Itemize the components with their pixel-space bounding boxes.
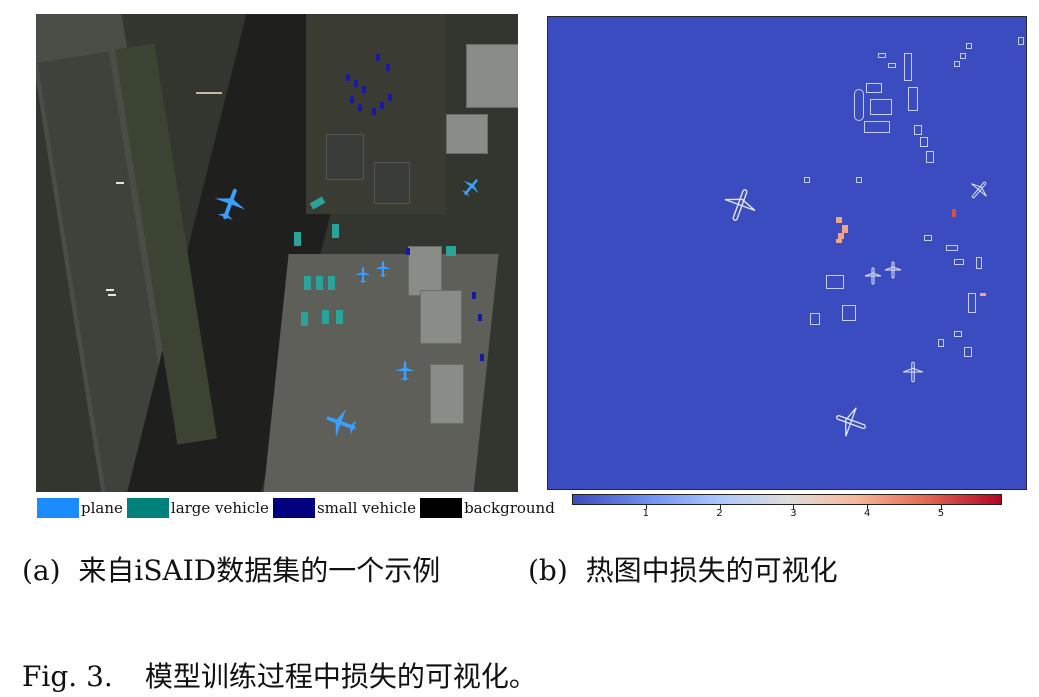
plane-outline-icon (884, 261, 902, 279)
segmentation-legend: plane large vehicle small vehicle backgr… (37, 496, 555, 520)
plane-outline-icon (971, 181, 987, 199)
high-loss-region (952, 209, 956, 217)
plane-icon (395, 361, 415, 381)
figure-label: Fig. 3. (22, 660, 113, 693)
caption-b: (b) 热图中损失的可视化 (528, 549, 838, 589)
legend-label-small-vehicle: small vehicle (316, 499, 417, 517)
caption-a: (a) 来自iSAID数据集的一个示例 (22, 549, 440, 589)
legend-label-large-vehicle: large vehicle (170, 499, 269, 517)
colorbar-tick-label: 2 (716, 508, 723, 519)
high-loss-region (836, 217, 842, 223)
plane-outline-icon (724, 189, 756, 221)
plane-outline-icon (836, 407, 866, 437)
high-loss-region (842, 225, 848, 233)
caption-a-text: 来自iSAID数据集的一个示例 (78, 554, 441, 587)
loss-colorbar (572, 494, 1002, 505)
legend-label-background: background (464, 499, 555, 517)
plane-icon (326, 408, 357, 438)
plane-icon (214, 188, 246, 220)
isaid-sample-image (36, 14, 518, 492)
plane-icon (461, 179, 479, 197)
figure-caption-text: 模型训练过程中损失的可视化。 (144, 660, 537, 693)
colorbar-tick-label: 1 (642, 508, 649, 519)
figure-caption: Fig. 3. 模型训练过程中损失的可视化。 (22, 655, 537, 695)
plane-icon (355, 267, 371, 283)
plane-outline-icon (903, 361, 923, 383)
high-loss-region (836, 239, 842, 243)
colorbar-tick-label: 3 (790, 508, 797, 519)
caption-a-tag: (a) (22, 554, 61, 587)
plane-outline-icon (864, 267, 882, 285)
legend-swatch-large-vehicle (126, 498, 169, 518)
legend-swatch-small-vehicle (272, 498, 315, 518)
colorbar-tick-label: 4 (863, 508, 871, 519)
high-loss-region (980, 293, 986, 296)
colorbar-tick-label: 5 (937, 508, 945, 519)
legend-swatch-background (420, 498, 463, 518)
legend-label-plane: plane (81, 499, 123, 517)
plane-icon (375, 261, 391, 277)
caption-b-text: 热图中损失的可视化 (585, 554, 838, 587)
caption-b-tag: (b) (528, 554, 568, 587)
legend-swatch-plane (37, 498, 79, 518)
loss-heatmap (547, 16, 1027, 490)
